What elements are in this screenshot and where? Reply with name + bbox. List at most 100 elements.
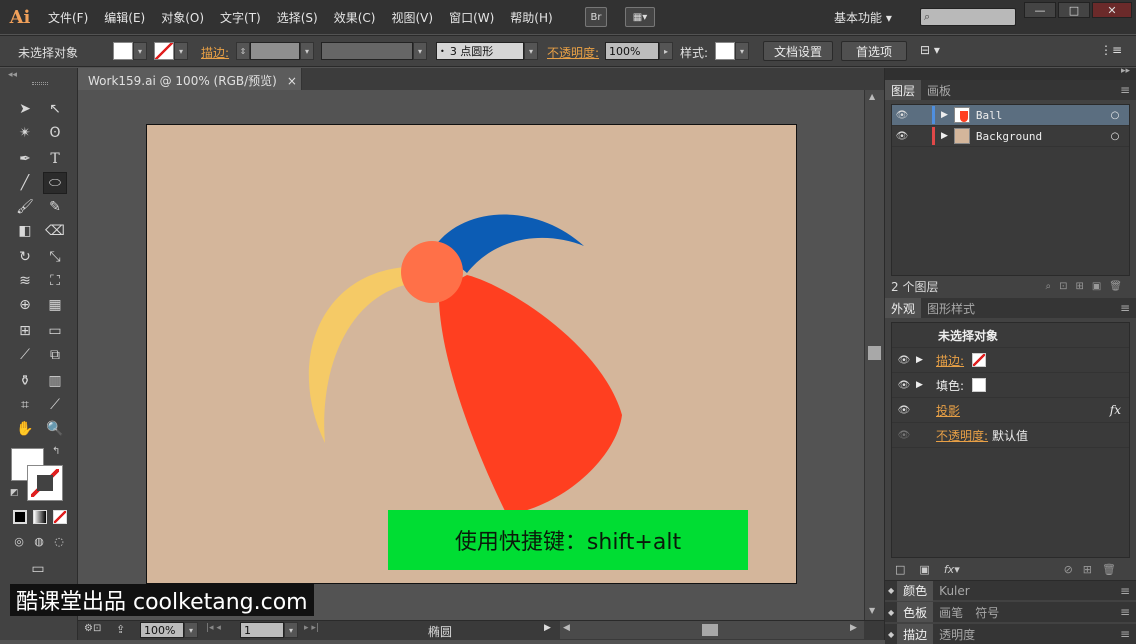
horizontal-scrollbar[interactable]: ◀ ▶: [560, 621, 864, 639]
document-setup-button[interactable]: 文档设置: [763, 41, 833, 61]
appearance-row-stroke[interactable]: 👁 ▶ 描边:: [892, 348, 1129, 373]
fill-swatch[interactable]: [113, 42, 133, 60]
direct-selection-tool-icon[interactable]: ↖: [43, 98, 67, 120]
lasso-tool-icon[interactable]: ʘ: [43, 122, 67, 144]
menu-help[interactable]: 帮助(H): [502, 9, 560, 26]
brush-profile-dropdown[interactable]: ▾: [524, 42, 538, 60]
blob-brush-tool-icon[interactable]: ◧: [13, 220, 37, 242]
visibility-eye-icon[interactable]: 👁: [892, 430, 916, 441]
draw-behind-icon[interactable]: ◍: [30, 532, 48, 550]
style-dropdown[interactable]: ▾: [735, 42, 749, 60]
brush-profile-field[interactable]: • 3 点圆形: [436, 42, 524, 60]
visibility-eye-icon[interactable]: 👁: [892, 355, 916, 366]
hand-tool-icon[interactable]: ✋: [13, 418, 37, 440]
layers-menu-icon[interactable]: ≡: [1120, 83, 1130, 97]
add-stroke-icon[interactable]: □: [895, 563, 905, 576]
artboard-dropdown[interactable]: ▾: [284, 622, 298, 638]
opacity-dropdown[interactable]: ▸: [659, 42, 673, 60]
perspective-grid-tool-icon[interactable]: ▦: [43, 294, 67, 316]
stroke-label[interactable]: 描边:: [936, 352, 964, 369]
last-artboard-icon[interactable]: ▸ ▸|: [304, 623, 319, 633]
visibility-eye-icon[interactable]: 👁: [892, 380, 916, 391]
appearance-row-fill[interactable]: 👁 ▶ 填色:: [892, 373, 1129, 398]
artboard-number-field[interactable]: 1: [240, 622, 284, 638]
zoom-field[interactable]: 100%: [140, 622, 184, 638]
default-colors-icon[interactable]: ◩: [10, 488, 19, 498]
tab-symbols[interactable]: 符号: [969, 602, 1005, 622]
menu-select[interactable]: 选择(S): [269, 9, 326, 26]
type-tool-icon[interactable]: T: [43, 148, 67, 170]
stroke-swatch[interactable]: [154, 42, 174, 60]
opacity-label[interactable]: 不透明度:: [936, 427, 988, 444]
fill-dropdown[interactable]: ▾: [133, 42, 147, 60]
visibility-eye-icon[interactable]: 👁: [892, 110, 912, 121]
gradient-tool-icon[interactable]: ▭: [43, 320, 67, 342]
scroll-thumb[interactable]: [868, 346, 881, 360]
fill-swatch[interactable]: [972, 378, 987, 392]
arrange-icon[interactable]: ⊟ ▾: [920, 43, 940, 57]
menu-type[interactable]: 文字(T): [212, 9, 269, 26]
dock-collapse-icon[interactable]: ▸▸: [1121, 66, 1130, 76]
visibility-eye-icon[interactable]: 👁: [892, 131, 912, 142]
scroll-right-icon[interactable]: ▶: [850, 623, 857, 633]
mesh-tool-icon[interactable]: ⊞: [13, 320, 37, 342]
gpu-preview-icon[interactable]: ⚙⊡: [84, 623, 101, 634]
panel-menu-icon[interactable]: ≡: [1120, 627, 1130, 641]
appearance-row-shadow[interactable]: 👁 投影 fx: [892, 398, 1129, 423]
document-tab-close[interactable]: ×: [287, 74, 297, 88]
stroke-label[interactable]: 描边:: [201, 44, 229, 61]
paintbrush-tool-icon[interactable]: 🖌: [13, 196, 37, 218]
draw-inside-icon[interactable]: ◌: [50, 532, 68, 550]
stroke-weight-stepper[interactable]: ⇕: [236, 42, 250, 60]
menu-view[interactable]: 视图(V): [383, 9, 441, 26]
blend-tool-icon[interactable]: ⧉: [43, 344, 67, 366]
none-mode-icon[interactable]: [53, 510, 67, 524]
fx-icon[interactable]: fx: [1110, 403, 1121, 417]
arrange-documents-button[interactable]: ▦▾: [625, 7, 655, 27]
panel-menu-icon[interactable]: ≡: [1120, 605, 1130, 619]
variable-width-dropdown[interactable]: ▾: [413, 42, 427, 60]
zoom-dropdown[interactable]: ▾: [184, 622, 198, 638]
panel-menu-icon[interactable]: ≡: [1120, 584, 1130, 598]
tab-artboards[interactable]: 画板: [921, 80, 957, 100]
stroke-weight-field[interactable]: [250, 42, 300, 60]
layer-row-background[interactable]: 👁 ▶ Background ○: [892, 126, 1129, 147]
minimize-button[interactable]: —: [1024, 2, 1056, 18]
menu-file[interactable]: 文件(F): [40, 9, 96, 26]
expand-arrow-icon[interactable]: ▶: [916, 380, 936, 390]
control-menu-icon[interactable]: ⋮≡: [1100, 43, 1122, 57]
expand-arrow-icon[interactable]: ▶: [916, 355, 936, 365]
tab-stroke[interactable]: 描边: [897, 624, 934, 644]
selection-tool-icon[interactable]: ➤: [13, 98, 37, 120]
maximize-button[interactable]: □: [1058, 2, 1090, 18]
bridge-button[interactable]: Br: [585, 7, 607, 27]
opacity-field[interactable]: 100%: [605, 42, 659, 60]
menu-edit[interactable]: 编辑(E): [96, 9, 153, 26]
menu-effect[interactable]: 效果(C): [326, 9, 384, 26]
status-menu-arrow[interactable]: ▶: [544, 623, 551, 633]
add-fill-icon[interactable]: ▣: [919, 563, 929, 576]
tab-swatches[interactable]: 色板: [897, 602, 934, 622]
magic-wand-tool-icon[interactable]: ✴: [13, 122, 37, 144]
shape-builder-tool-icon[interactable]: ⊕: [13, 294, 37, 316]
tab-transparency[interactable]: 透明度: [933, 624, 981, 644]
appearance-menu-icon[interactable]: ≡: [1120, 301, 1130, 315]
draw-normal-icon[interactable]: ◎: [10, 532, 28, 550]
pencil-tool-icon[interactable]: ✎: [43, 196, 67, 218]
eyedropper-tool-icon[interactable]: ⟋: [13, 344, 37, 366]
workspace-switcher[interactable]: 基本功能 ▾: [834, 9, 892, 26]
zoom-tool-icon[interactable]: 🔍: [43, 418, 67, 440]
appearance-action-icons[interactable]: ⊘⊞🗑: [1064, 563, 1126, 576]
appearance-row-opacity[interactable]: 👁 不透明度: 默认值: [892, 423, 1129, 448]
rotate-tool-icon[interactable]: ↻: [13, 246, 37, 268]
eraser-tool-icon[interactable]: ⌫: [43, 220, 67, 242]
share-icon[interactable]: ⇪: [116, 623, 125, 636]
menu-window[interactable]: 窗口(W): [441, 9, 502, 26]
layer-action-icons[interactable]: ⌕⊡⊞▣🗑: [1045, 281, 1130, 292]
add-effect-icon[interactable]: fx▾: [944, 563, 960, 576]
drop-shadow-label[interactable]: 投影: [936, 402, 960, 419]
tab-brushes[interactable]: 画笔: [933, 602, 969, 622]
tab-appearance[interactable]: 外观: [885, 298, 922, 318]
stroke-swatch[interactable]: [972, 353, 987, 367]
expand-arrow-icon[interactable]: ▶: [941, 131, 948, 141]
